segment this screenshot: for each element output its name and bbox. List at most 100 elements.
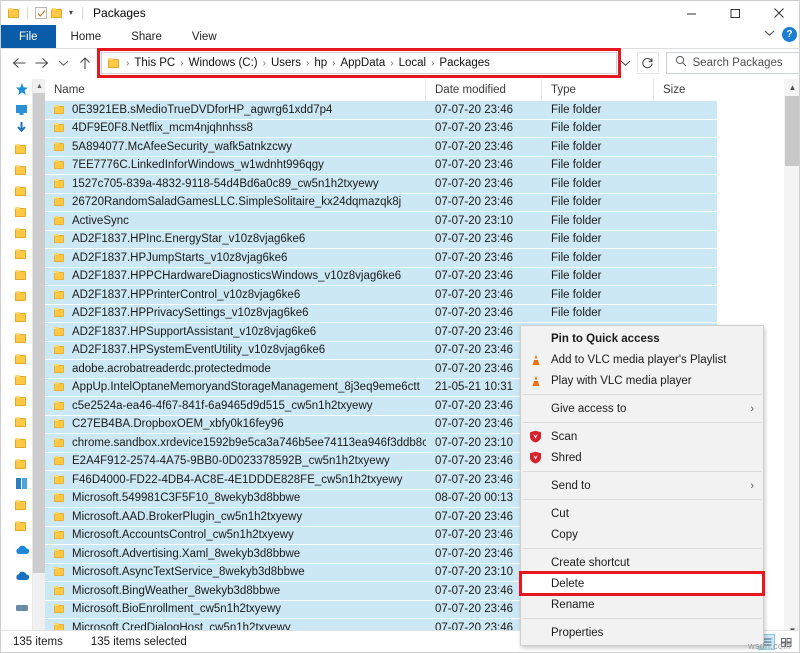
file-name-cell[interactable]: Microsoft.Advertising.Xaml_8wekyb3d8bbwe <box>45 548 426 560</box>
breadcrumb-windows-c[interactable]: Windows (C:) <box>186 57 261 69</box>
file-name-cell[interactable]: c5e2524a-ea46-4f67-841f-6a9465d9d515_cw5… <box>45 400 426 412</box>
folder-icon[interactable] <box>15 205 29 218</box>
this-pc-icon[interactable] <box>15 477 29 490</box>
file-name-cell[interactable]: E2A4F912-2574-4A75-9BB0-0D023378592B_cw5… <box>45 455 426 467</box>
list-scroll-up-arrow[interactable]: ▲ <box>784 79 799 96</box>
file-name-cell[interactable]: AD2F1837.HPSupportAssistant_v10z8vjag6ke… <box>45 326 426 338</box>
file-name-cell[interactable]: Microsoft.BioEnrollment_cw5n1h2txyewy <box>45 603 426 615</box>
folder-icon[interactable] <box>15 310 29 323</box>
breadcrumb-packages[interactable]: Packages <box>436 57 493 69</box>
desktop-icon[interactable] <box>15 103 29 116</box>
folder-icon[interactable] <box>15 498 29 511</box>
menu-item-scan[interactable]: Scan <box>521 426 763 447</box>
downloads-icon[interactable] <box>15 122 29 135</box>
table-row[interactable]: AD2F1837.HPInc.EnergyStar_v10z8vjag6ke6 0… <box>45 230 717 249</box>
forward-button[interactable] <box>31 52 53 74</box>
customize-toolbar-caret-icon[interactable]: ▾ <box>67 9 75 17</box>
folder-icon[interactable] <box>15 352 29 365</box>
file-name-cell[interactable]: C27EB4BA.DropboxOEM_xbfy0k16fey96 <box>45 418 426 430</box>
folder-icon[interactable] <box>15 184 29 197</box>
properties-checkbox-icon[interactable] <box>35 7 47 19</box>
menu-item-send-to[interactable]: Send to › <box>521 475 763 496</box>
help-icon[interactable]: ? <box>782 27 797 42</box>
file-name-cell[interactable]: ActiveSync <box>45 215 426 227</box>
file-name-cell[interactable]: Microsoft.AsyncTextService_8wekyb3d8bbwe <box>45 566 426 578</box>
folder-icon[interactable] <box>15 373 29 386</box>
folder-icon[interactable] <box>15 519 29 532</box>
file-name-cell[interactable]: chrome.sandbox.xrdevice1592b9e5ca3a746b5… <box>45 437 426 449</box>
back-button[interactable] <box>9 52 31 74</box>
file-name-cell[interactable]: 4DF9E0F8.Netflix_mcm4njqhnhss8 <box>45 122 426 134</box>
breadcrumb-users[interactable]: Users <box>268 57 304 69</box>
table-row[interactable]: AD2F1837.HPPCHardwareDiagnosticsWindows_… <box>45 267 717 286</box>
folder-icon[interactable] <box>15 394 29 407</box>
file-name-cell[interactable]: AD2F1837.HPInc.EnergyStar_v10z8vjag6ke6 <box>45 233 426 245</box>
network-icon[interactable] <box>15 599 29 612</box>
file-name-cell[interactable]: AD2F1837.HPPrinterControl_v10z8vjag6ke6 <box>45 289 426 301</box>
menu-item-rename[interactable]: Rename <box>521 594 763 615</box>
search-input[interactable]: Search Packages <box>693 57 783 69</box>
tab-file[interactable]: File <box>1 25 56 48</box>
file-list-scrollbar[interactable]: ▲ ▼ <box>784 79 799 639</box>
table-row[interactable]: 0E3921EB.sMedioTrueDVDforHP_agwrg61xdd7p… <box>45 101 717 120</box>
table-row[interactable]: ActiveSync 07-07-20 23:10 File folder <box>45 212 717 231</box>
table-row[interactable]: 26720RandomSaladGamesLLC.SimpleSolitaire… <box>45 193 717 212</box>
file-name-cell[interactable]: AD2F1837.HPPrivacySettings_v10z8vjag6ke6 <box>45 307 426 319</box>
file-name-cell[interactable]: Microsoft.BingWeather_8wekyb3d8bbwe <box>45 585 426 597</box>
column-header-name[interactable]: Name <box>45 79 426 101</box>
refresh-button[interactable] <box>636 52 659 74</box>
folder-icon[interactable] <box>15 457 29 470</box>
breadcrumb-local[interactable]: Local <box>396 57 430 69</box>
file-name-cell[interactable]: 26720RandomSaladGamesLLC.SimpleSolitaire… <box>45 196 426 208</box>
column-header-date-modified[interactable]: Date modified <box>426 79 542 101</box>
table-row[interactable]: 5A894077.McAfeeSecurity_wafk5atnkzcwy 07-… <box>45 138 717 157</box>
folder-icon[interactable] <box>15 268 29 281</box>
file-name-cell[interactable]: Microsoft.AccountsControl_cw5n1h2txyewy <box>45 529 426 541</box>
tab-share[interactable]: Share <box>116 25 177 48</box>
menu-item-give-access-to[interactable]: Give access to › <box>521 398 763 419</box>
breadcrumb-appdata[interactable]: AppData <box>337 57 388 69</box>
file-name-cell[interactable]: F46D4000-FD22-4DB4-AC8E-4E1DDDE828FE_cw5… <box>45 474 426 486</box>
menu-item-play-with-vlc-media-player[interactable]: Play with VLC media player <box>521 370 763 391</box>
file-name-cell[interactable]: Microsoft.549981C3F5F10_8wekyb3d8bbwe <box>45 492 426 504</box>
menu-item-cut[interactable]: Cut <box>521 503 763 524</box>
folder-icon[interactable] <box>15 436 29 449</box>
onedrive-cloud-icon[interactable] <box>15 542 30 555</box>
menu-item-shred[interactable]: Shred <box>521 447 763 468</box>
recent-locations-button[interactable] <box>53 52 75 74</box>
quick-access-star-icon[interactable] <box>15 83 29 96</box>
file-name-cell[interactable]: AD2F1837.HPPCHardwareDiagnosticsWindows_… <box>45 270 426 282</box>
column-header-size[interactable]: Size <box>654 79 717 101</box>
new-folder-icon[interactable] <box>51 8 63 18</box>
onedrive-cloud-icon-2[interactable] <box>15 568 30 581</box>
menu-item-create-shortcut[interactable]: Create shortcut <box>521 552 763 573</box>
maximize-button[interactable] <box>713 1 757 25</box>
file-name-cell[interactable]: adobe.acrobatreaderdc.protectedmode <box>45 363 426 375</box>
folder-icon[interactable] <box>15 142 29 155</box>
table-row[interactable]: AD2F1837.HPJumpStarts_v10z8vjag6ke6 07-07… <box>45 249 717 268</box>
file-name-cell[interactable]: 5A894077.McAfeeSecurity_wafk5atnkzcwy <box>45 141 426 153</box>
menu-item-copy[interactable]: Copy <box>521 524 763 545</box>
breadcrumb-this-pc[interactable]: This PC <box>131 57 178 69</box>
tab-view[interactable]: View <box>177 25 232 48</box>
navigation-pane-scrollbar[interactable]: ▲ ▼ <box>32 79 46 639</box>
address-bar[interactable]: › This PC › Windows (C:) › Users › hp › … <box>101 52 617 74</box>
file-name-cell[interactable]: 0E3921EB.sMedioTrueDVDforHP_agwrg61xdd7p… <box>45 104 426 116</box>
tab-home[interactable]: Home <box>56 25 117 48</box>
minimize-button[interactable] <box>669 1 713 25</box>
menu-item-pin-to-quick-access[interactable]: Pin to Quick access <box>521 328 763 349</box>
file-name-cell[interactable]: 1527c705-839a-4832-9118-54d4Bd6a0c89_cw5… <box>45 178 426 190</box>
table-row[interactable]: AD2F1837.HPPrivacySettings_v10z8vjag6ke6… <box>45 304 717 323</box>
table-row[interactable]: 1527c705-839a-4832-9118-54d4Bd6a0c89_cw5… <box>45 175 717 194</box>
table-row[interactable]: 7EE7776C.LinkedInforWindows_w1wdnht996qg… <box>45 156 717 175</box>
menu-item-add-to-vlc-media-player-s-playlist[interactable]: Add to VLC media player's Playlist <box>521 349 763 370</box>
file-name-cell[interactable]: AppUp.IntelOptaneMemoryandStorageManagem… <box>45 381 426 393</box>
folder-icon[interactable] <box>15 163 29 176</box>
column-header-type[interactable]: Type <box>542 79 654 101</box>
menu-item-delete[interactable]: Delete <box>521 573 763 594</box>
file-name-cell[interactable]: AD2F1837.HPSystemEventUtility_v10z8vjag6… <box>45 344 426 356</box>
table-row[interactable]: 4DF9E0F8.Netflix_mcm4njqhnhss8 07-07-20 2… <box>45 119 717 138</box>
folder-icon[interactable] <box>15 289 29 302</box>
folder-icon[interactable] <box>15 226 29 239</box>
file-name-cell[interactable]: 7EE7776C.LinkedInforWindows_w1wdnht996qg… <box>45 159 426 171</box>
